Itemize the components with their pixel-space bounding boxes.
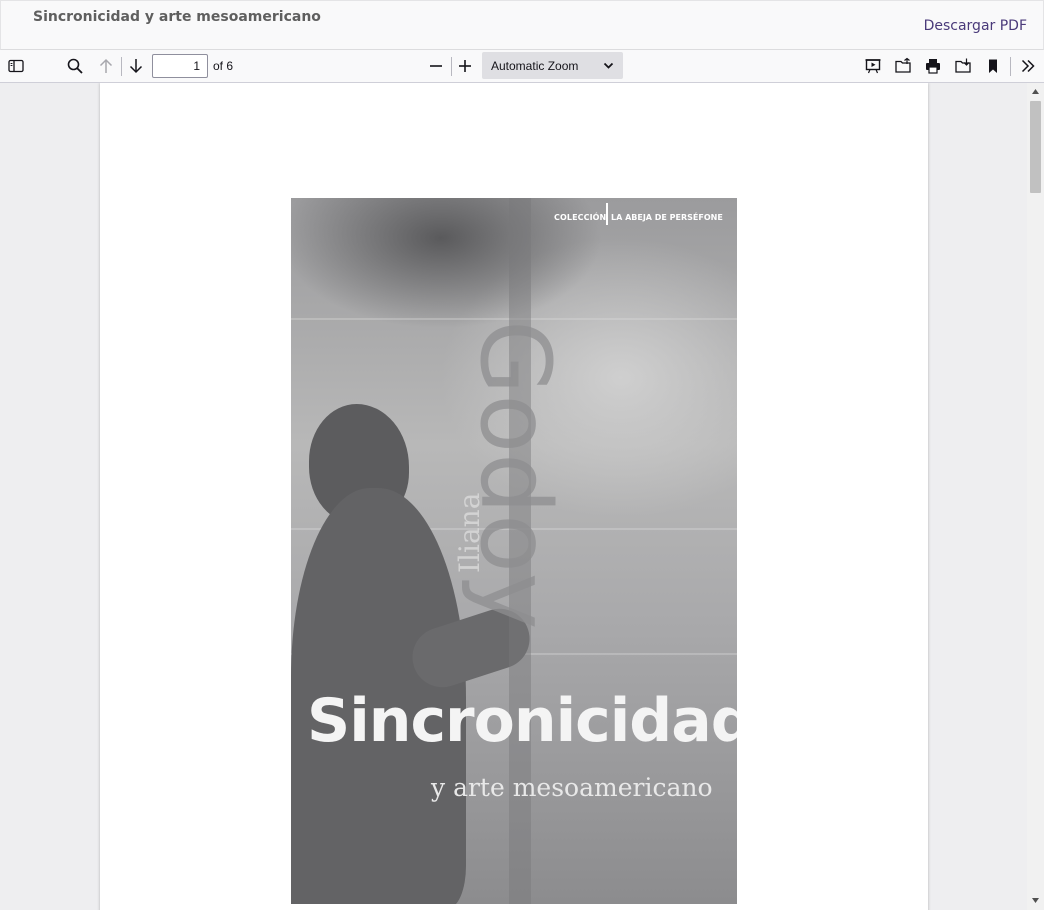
cover-title: Sincronicidad <box>307 686 737 756</box>
arrow-down-icon <box>129 59 143 74</box>
next-page-button[interactable] <box>123 53 149 79</box>
double-chevron-right-icon <box>1021 59 1035 73</box>
open-file-button[interactable] <box>890 53 916 79</box>
plus-icon <box>459 60 471 72</box>
document-viewer[interactable]: COLECCIÓN LA ABEJA DE PERSÉFONE Godoy Il… <box>0 83 1044 910</box>
page-number-input[interactable] <box>152 54 208 78</box>
bookmark-button[interactable] <box>980 53 1006 79</box>
toolbar-separator <box>121 57 122 76</box>
zoom-select[interactable]: Automatic Zoom <box>482 52 623 79</box>
scrollbar-thumb[interactable] <box>1030 101 1041 193</box>
cover-author-first-name: Iliana <box>453 492 486 573</box>
print-icon <box>926 59 940 74</box>
cover-collection-label: COLECCIÓN <box>554 213 607 222</box>
document-title: Sincronicidad y arte mesoamericano <box>33 9 321 25</box>
find-button[interactable] <box>62 53 88 79</box>
book-cover-image: COLECCIÓN LA ABEJA DE PERSÉFONE Godoy Il… <box>291 198 737 904</box>
zoom-out-button[interactable] <box>423 53 449 79</box>
cover-collection-divider <box>606 203 608 225</box>
chevron-down-icon <box>603 62 614 69</box>
cover-collection-name: LA ABEJA DE PERSÉFONE <box>611 213 723 222</box>
app-header: Sincronicidad y arte mesoamericano Desca… <box>0 0 1044 50</box>
presentation-mode-button[interactable] <box>860 53 886 79</box>
presentation-icon <box>865 59 881 74</box>
arrow-up-icon <box>99 58 113 73</box>
download-pdf-link[interactable]: Descargar PDF <box>924 18 1027 34</box>
toolbar-separator <box>1010 57 1011 76</box>
zoom-select-value: Automatic Zoom <box>491 59 579 73</box>
minus-icon <box>430 65 442 67</box>
previous-page-button[interactable] <box>93 53 119 79</box>
print-button[interactable] <box>920 53 946 79</box>
scroll-up-arrow-icon[interactable] <box>1031 87 1040 96</box>
viewer-toolbar: of 6 Automatic Zoom <box>0 50 1044 83</box>
pdf-page: COLECCIÓN LA ABEJA DE PERSÉFONE Godoy Il… <box>100 83 928 910</box>
bookmark-icon <box>989 59 997 73</box>
open-file-icon <box>895 57 911 73</box>
scroll-down-arrow-icon[interactable] <box>1031 896 1040 905</box>
sidebar-toggle-button[interactable] <box>3 53 29 79</box>
tools-menu-button[interactable] <box>1015 53 1041 79</box>
cover-subtitle: y arte mesoamericano <box>431 773 713 802</box>
search-icon <box>67 58 83 74</box>
viewer-scrollbar[interactable] <box>1027 83 1044 910</box>
save-icon <box>955 58 971 73</box>
cover-author-last-name: Godoy <box>459 320 571 630</box>
page-count-label: of 6 <box>213 59 234 73</box>
zoom-in-button[interactable] <box>452 53 478 79</box>
sidebar-toggle-icon <box>8 59 24 73</box>
save-button[interactable] <box>950 53 976 79</box>
